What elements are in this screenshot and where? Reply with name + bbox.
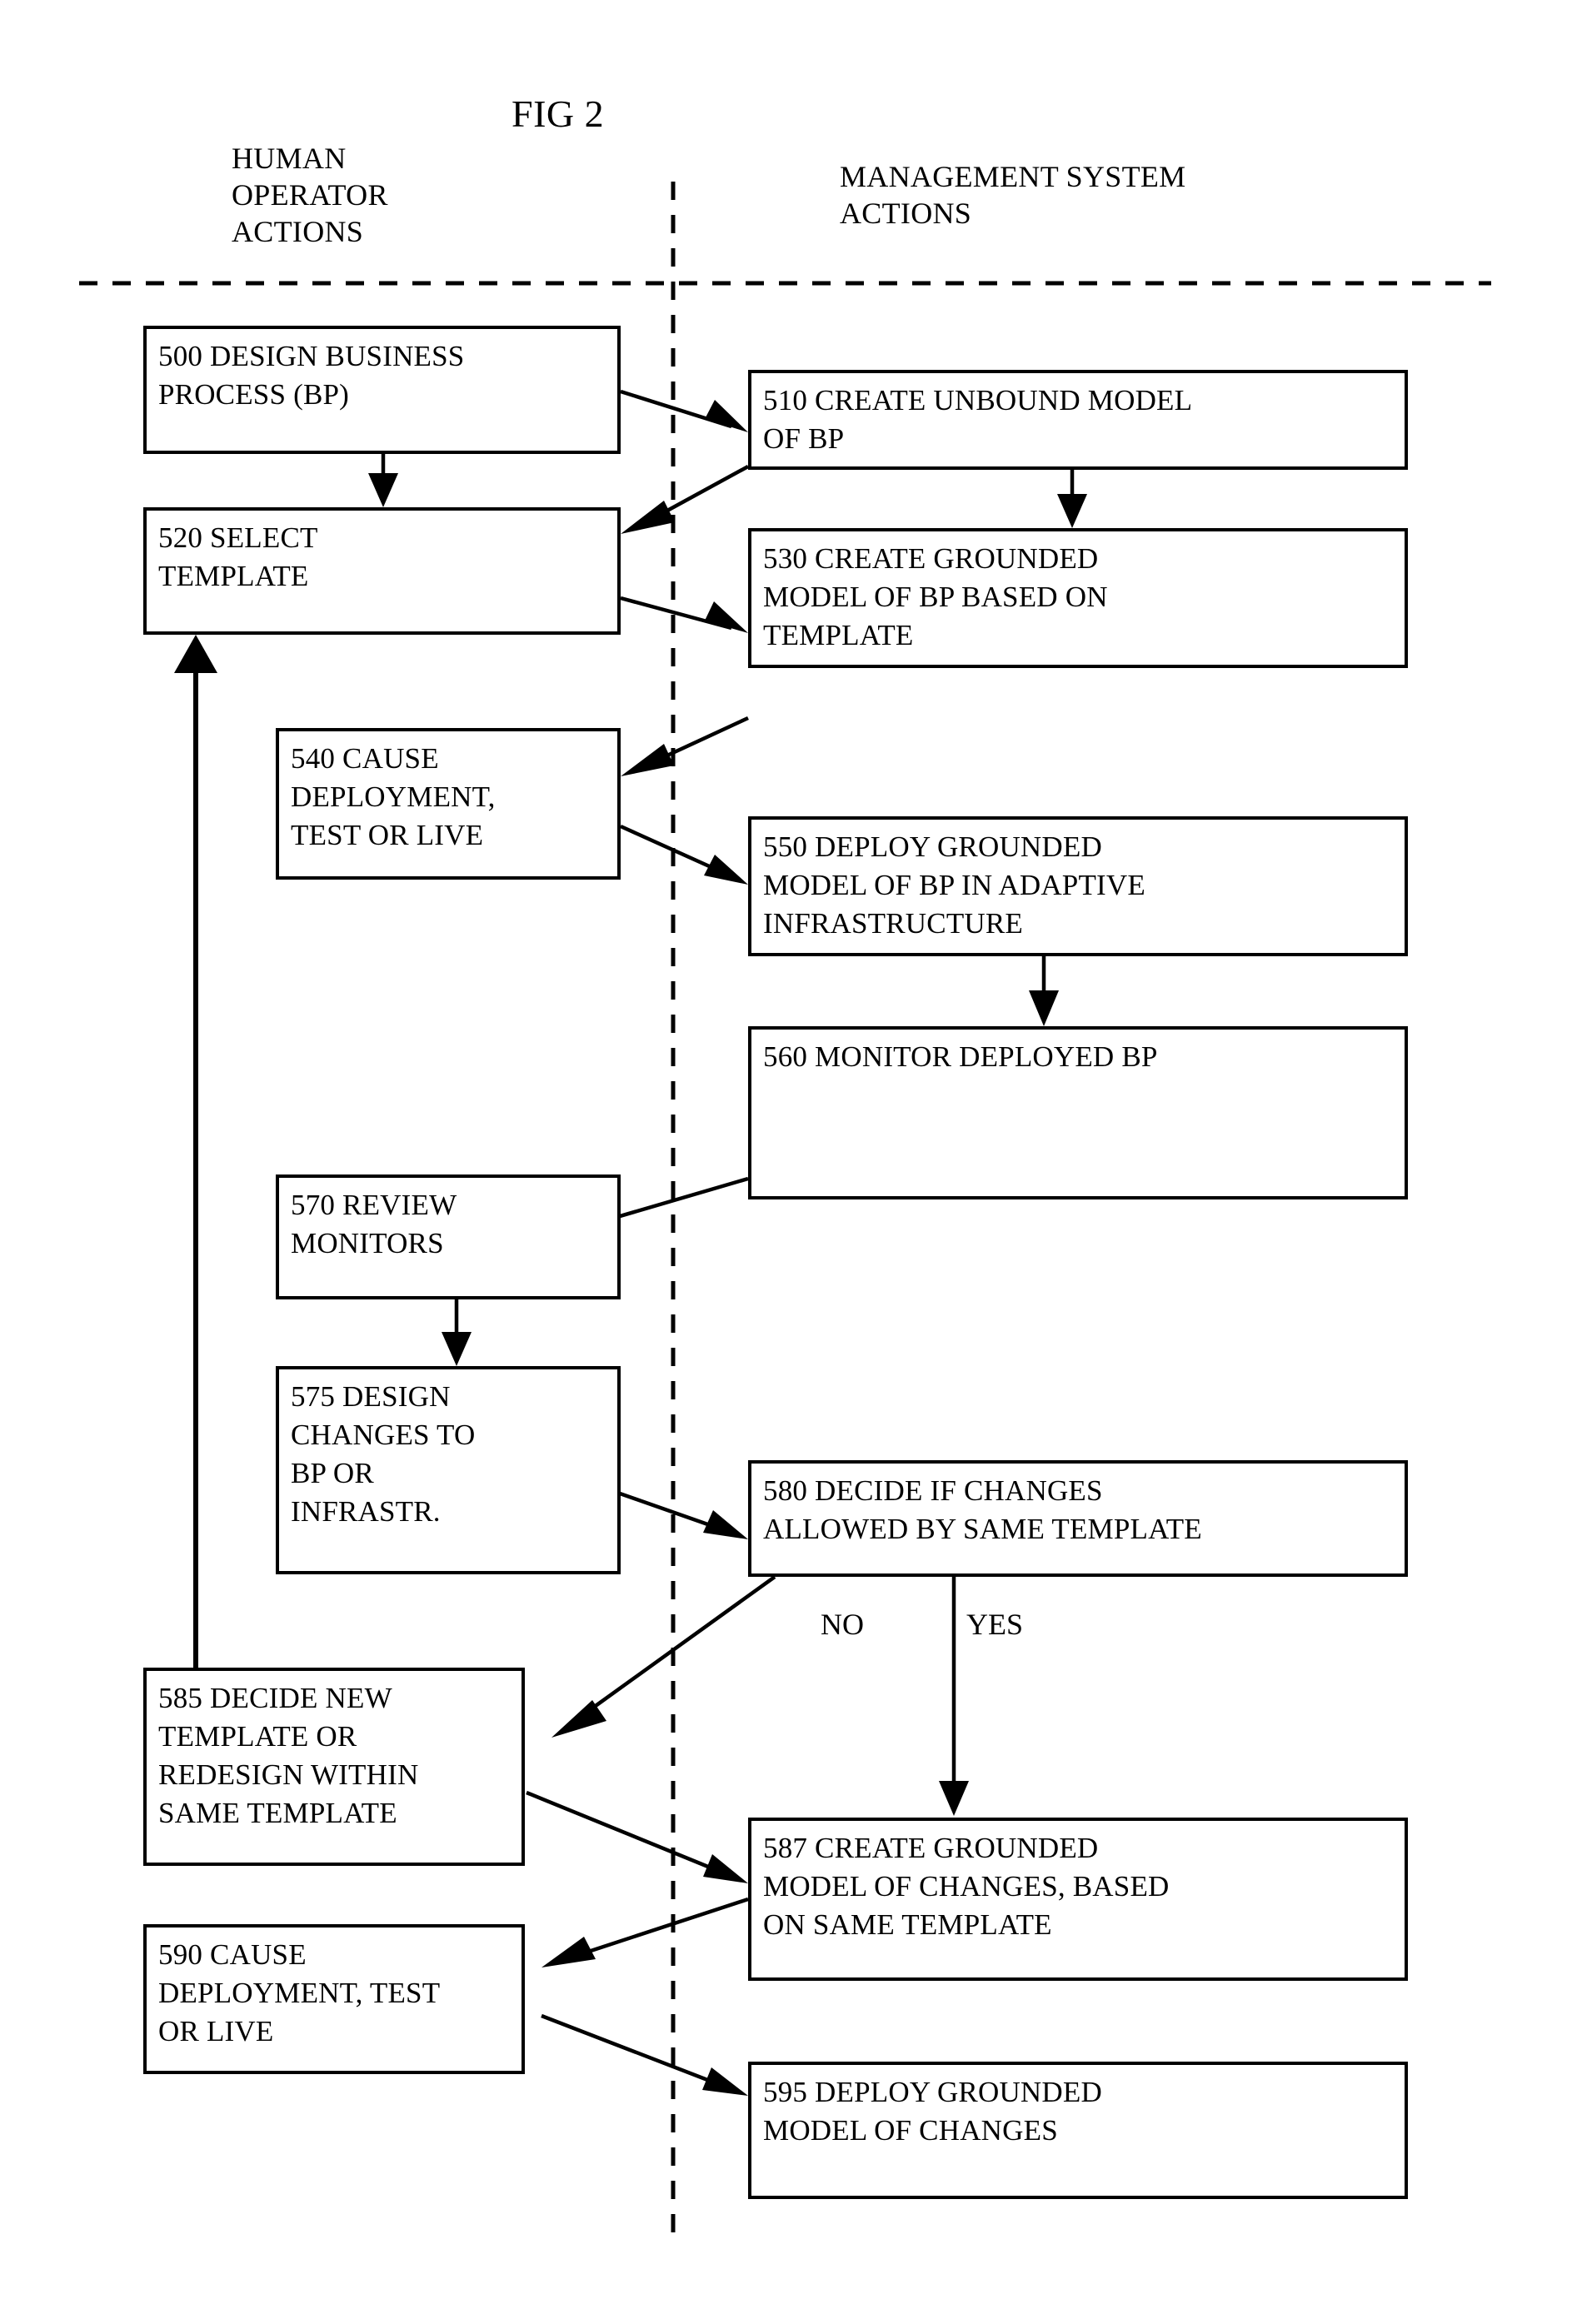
process-box-line: 575 DESIGN <box>291 1380 451 1413</box>
process-box-line: MODEL OF BP BASED ON <box>763 581 1108 613</box>
process-box-line: 570 REVIEW <box>291 1189 457 1221</box>
swimlane-header-line: ACTIONS <box>840 197 972 230</box>
process-box-line: 550 DEPLOY GROUNDED <box>763 830 1102 863</box>
process-box-590[interactable]: 590 CAUSE DEPLOYMENT, TEST OR LIVE <box>143 1924 525 2074</box>
connector-540-to-550 <box>620 824 732 879</box>
process-box-line: DEPLOYMENT, <box>291 780 496 813</box>
connector-587-to-590 <box>582 1897 749 1956</box>
process-box-line: TEMPLATE <box>763 619 914 651</box>
process-box-line: TEMPLATE <box>158 560 309 592</box>
process-box-530[interactable]: 530 CREATE GROUNDED MODEL OF BP BASED ON… <box>748 528 1408 668</box>
process-box-line: CHANGES TO <box>291 1419 476 1451</box>
process-box-line: MODEL OF BP IN ADAPTIVE <box>763 869 1145 901</box>
process-box-line: INFRASTR. <box>291 1495 441 1528</box>
connector-500-to-510 <box>620 389 732 429</box>
process-box-line: REDESIGN WITHIN <box>158 1758 419 1791</box>
arrowhead-520-top <box>368 473 398 507</box>
connector-520-to-530 <box>620 596 732 631</box>
arrowhead-520-right <box>621 501 675 534</box>
process-box-line: 595 DEPLOY GROUNDED <box>763 2076 1102 2108</box>
arrowhead-587-left <box>703 1854 748 1883</box>
process-box-line: 520 SELECT <box>158 521 318 554</box>
connector-510-to-520 <box>656 465 750 517</box>
arrowhead-587-top <box>939 1781 969 1816</box>
process-box-line: TEMPLATE OR <box>158 1720 357 1753</box>
swimlane-header-human-operator: HUMAN OPERATOR ACTIONS <box>232 140 388 250</box>
arrowhead-540-right <box>621 744 674 776</box>
process-box-line: 530 CREATE GROUNDED <box>763 542 1099 575</box>
arrowhead-575-top <box>442 1332 472 1366</box>
process-box-line: 585 DECIDE NEW <box>158 1682 392 1714</box>
arrowhead-585-right <box>551 1700 606 1738</box>
process-box-line: 587 CREATE GROUNDED <box>763 1832 1099 1864</box>
process-box-587[interactable]: 587 CREATE GROUNDED MODEL OF CHANGES, BA… <box>748 1818 1408 1981</box>
arrowhead-590-right <box>541 1937 596 1967</box>
process-box-585[interactable]: 585 DECIDE NEW TEMPLATE OR REDESIGN WITH… <box>143 1668 525 1866</box>
process-box-line: INFRASTRUCTURE <box>763 907 1024 940</box>
process-box-line: 540 CAUSE <box>291 742 439 775</box>
process-box-line: PROCESS (BP) <box>158 378 350 411</box>
arrowhead-595-left <box>702 2067 748 2096</box>
process-box-line: ON SAME TEMPLATE <box>763 1908 1052 1941</box>
swimlane-header-line: HUMAN <box>232 142 347 175</box>
process-box-550[interactable]: 550 DEPLOY GROUNDED MODEL OF BP IN ADAPT… <box>748 816 1408 956</box>
process-box-line: ALLOWED BY SAME TEMPLATE <box>763 1513 1202 1545</box>
swimlane-header-management-system: MANAGEMENT SYSTEM ACTIONS <box>840 158 1185 232</box>
process-box-line: 500 DESIGN BUSINESS <box>158 340 465 372</box>
swimlane-header-line: MANAGEMENT SYSTEM <box>840 160 1186 193</box>
process-box-575[interactable]: 575 DESIGN CHANGES TO BP OR INFRASTR. <box>276 1366 621 1574</box>
process-box-line: 560 MONITOR DEPLOYED BP <box>763 1040 1158 1073</box>
arrowhead-560-top <box>1029 990 1059 1026</box>
process-box-line: SAME TEMPLATE <box>158 1797 397 1829</box>
process-box-line: TEST OR LIVE <box>291 819 484 851</box>
process-box-520[interactable]: 520 SELECT TEMPLATE <box>143 507 621 635</box>
swimlane-header-line: OPERATOR <box>232 178 388 212</box>
process-box-line: 590 CAUSE <box>158 1938 307 1971</box>
process-box-line: 580 DECIDE IF CHANGES <box>763 1474 1103 1507</box>
arrowhead-530-left <box>705 601 748 633</box>
process-box-580[interactable]: 580 DECIDE IF CHANGES ALLOWED BY SAME TE… <box>748 1460 1408 1577</box>
process-box-line: OR LIVE <box>158 2015 274 2047</box>
process-box-570[interactable]: 570 REVIEW MONITORS <box>276 1174 621 1299</box>
process-box-line: MODEL OF CHANGES <box>763 2114 1058 2147</box>
process-box-line: DEPLOYMENT, TEST <box>158 1977 441 2009</box>
branch-label-yes: YES <box>966 1608 1024 1641</box>
process-box-595[interactable]: 595 DEPLOY GROUNDED MODEL OF CHANGES <box>748 2062 1408 2199</box>
process-box-540[interactable]: 540 CAUSE DEPLOYMENT, TEST OR LIVE <box>276 728 621 880</box>
connector-590-to-595 <box>541 2013 726 2089</box>
process-box-510[interactable]: 510 CREATE UNBOUND MODEL OF BP <box>748 370 1408 470</box>
process-box-line: 510 CREATE UNBOUND MODEL <box>763 384 1193 416</box>
connector-580-to-585-no <box>591 1575 776 1709</box>
process-box-line: MODEL OF CHANGES, BASED <box>763 1870 1170 1903</box>
branch-label-no: NO <box>821 1608 864 1641</box>
arrowhead-550-left <box>704 855 748 885</box>
process-box-line: OF BP <box>763 422 845 455</box>
arrowhead-580-left <box>703 1510 748 1539</box>
swimlane-header-line: ACTIONS <box>232 215 364 248</box>
connector-585-to-587 <box>526 1790 727 1877</box>
figure-title: FIG 2 <box>512 92 605 135</box>
arrowhead-530-top <box>1057 494 1087 528</box>
process-box-500[interactable]: 500 DESIGN BUSINESS PROCESS (BP) <box>143 326 621 454</box>
process-box-line: MONITORS <box>291 1227 444 1259</box>
connector-530-to-540 <box>657 716 749 762</box>
process-box-560[interactable]: 560 MONITOR DEPLOYED BP <box>748 1026 1408 1199</box>
arrowhead-520-bottom <box>174 635 217 673</box>
patent-figure: FIG 2 HUMAN OPERATOR ACTIONS MANAGEMENT … <box>0 0 1587 2324</box>
process-box-line: BP OR <box>291 1457 374 1489</box>
arrowhead-510-in <box>705 400 748 432</box>
